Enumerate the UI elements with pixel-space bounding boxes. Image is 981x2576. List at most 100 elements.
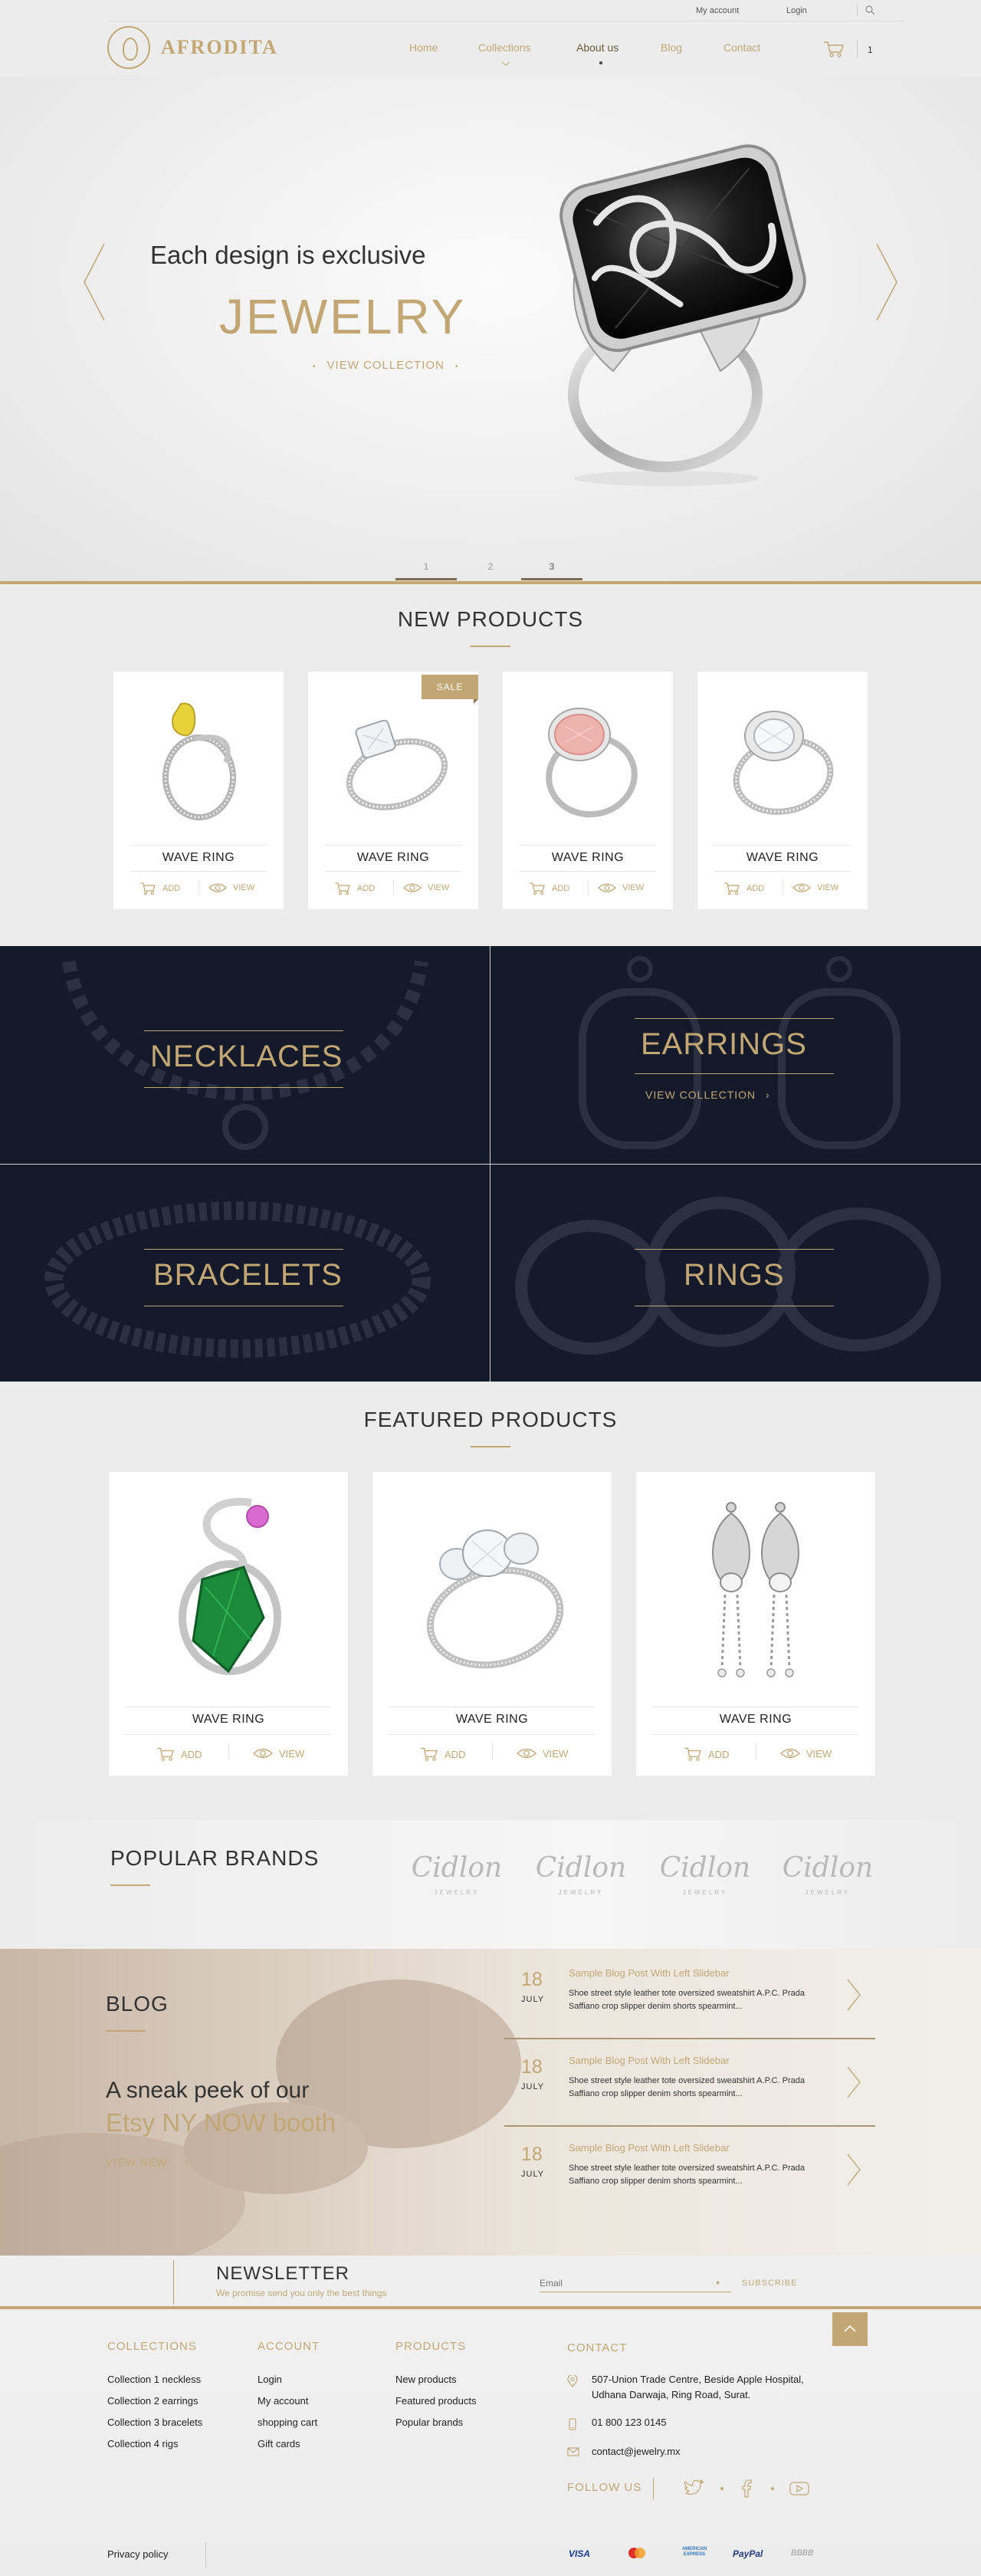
blog-post[interactable]: 18 JULY Sample Blog Post With Left Slide…: [504, 1952, 875, 2039]
product-card[interactable]: WAVE RING ADD VIEW: [503, 672, 673, 909]
product-name[interactable]: WAVE RING: [503, 851, 673, 865]
product-name[interactable]: WAVE RING: [697, 851, 868, 865]
footer-link[interactable]: Login: [258, 2374, 282, 2385]
brand-logo[interactable]: Cidlon JEWELRY: [782, 1846, 874, 1907]
slide-1-indicator: [395, 578, 457, 580]
eye-icon: [780, 1748, 800, 1759]
footer-link[interactable]: My account: [258, 2395, 308, 2407]
cart-icon[interactable]: [823, 40, 845, 58]
add-label: ADD: [357, 884, 376, 893]
footer-link[interactable]: Popular brands: [395, 2417, 463, 2428]
slider-pagination: 1 2 3: [0, 561, 981, 580]
search-icon[interactable]: [865, 5, 875, 15]
product-name[interactable]: WAVE RING: [372, 1713, 612, 1727]
add-label: ADD: [552, 884, 570, 893]
slide-1-button[interactable]: 1: [395, 561, 457, 572]
brand-logo[interactable]: Cidlon JEWELRY: [411, 1846, 503, 1907]
my-account-link[interactable]: My account: [696, 6, 739, 15]
chevron-right-icon[interactable]: [846, 1978, 861, 2012]
footer-link[interactable]: Collection 4 rigs: [107, 2438, 179, 2450]
footer-link[interactable]: shopping cart: [258, 2417, 317, 2428]
product-card[interactable]: WAVE RING ADD VIEW: [372, 1472, 612, 1776]
view-product-button[interactable]: VIEW: [780, 1746, 832, 1760]
post-title[interactable]: Sample Blog Post With Left Slidebar: [569, 2055, 730, 2066]
add-to-cart-button[interactable]: ADD: [334, 882, 375, 895]
slider-prev-icon[interactable]: [83, 244, 106, 320]
category-necklaces[interactable]: NECKLACES: [0, 946, 490, 1163]
view-product-button[interactable]: VIEW: [208, 882, 254, 894]
chevron-right-icon[interactable]: [846, 2065, 861, 2099]
view-collection-link[interactable]: VIEW COLLECTION: [302, 359, 469, 372]
slider-next-icon[interactable]: [875, 244, 898, 320]
popular-brands-section: POPULAR BRANDS Cidlon JEWELRY Cidlon JEW…: [0, 1820, 981, 1949]
product-image: [346, 719, 448, 810]
category-rings[interactable]: RINGS: [490, 1165, 980, 1382]
product-card[interactable]: WAVE RING ADD VIEW: [697, 672, 868, 909]
product-name[interactable]: WAVE RING: [109, 1713, 348, 1727]
brand-logo[interactable]: Cidlon JEWELRY: [535, 1846, 627, 1907]
footer-link[interactable]: Collection 3 bracelets: [107, 2417, 202, 2428]
product-card[interactable]: WAVE RING ADD VIEW: [113, 672, 284, 909]
slide-3-button[interactable]: 3: [521, 561, 582, 572]
blog-headline: A sneak peek of our: [106, 2078, 310, 2103]
post-title[interactable]: Sample Blog Post With Left Slidebar: [569, 2142, 730, 2154]
brand-logo[interactable]: Cidlon JEWELRY: [659, 1846, 751, 1907]
login-link[interactable]: Login: [786, 6, 807, 15]
blog-post[interactable]: 18 JULY Sample Blog Post With Left Slide…: [504, 2039, 875, 2127]
contact-email[interactable]: contact@jewelry.mx: [592, 2444, 681, 2459]
view-collection-link[interactable]: VIEW COLLECTION ›: [645, 1089, 770, 1101]
view-new-link[interactable]: VIEW NEW ›: [106, 2156, 189, 2168]
post-title[interactable]: Sample Blog Post With Left Slidebar: [569, 1967, 730, 1979]
footer-link[interactable]: Gift cards: [258, 2438, 300, 2450]
divider: [635, 1073, 834, 1074]
view-product-button[interactable]: VIEW: [403, 882, 449, 894]
view-product-button[interactable]: VIEW: [253, 1746, 304, 1760]
back-to-top-button[interactable]: [832, 2312, 868, 2346]
add-to-cart-button[interactable]: ADD: [529, 882, 569, 895]
add-to-cart-button[interactable]: ADD: [139, 882, 180, 895]
nav-home[interactable]: Home: [409, 41, 438, 54]
product-name[interactable]: WAVE RING: [636, 1713, 875, 1727]
slide-2-button[interactable]: 2: [460, 561, 521, 572]
view-product-button[interactable]: VIEW: [792, 882, 838, 894]
add-to-cart-button[interactable]: ADD: [156, 1746, 202, 1762]
footer-link[interactable]: Collection 1 neckless: [107, 2374, 201, 2385]
divider: [393, 880, 394, 895]
footer-link[interactable]: Collection 2 earrings: [107, 2395, 198, 2407]
email-field[interactable]: [540, 2274, 731, 2292]
divider: [173, 2260, 174, 2305]
contact-phone[interactable]: 01 800 123 0145: [592, 2415, 667, 2430]
payment-icon: BBBB: [791, 2548, 814, 2558]
add-to-cart-button[interactable]: ADD: [684, 1746, 729, 1762]
subscribe-button[interactable]: SUBSCRIBE: [742, 2279, 798, 2288]
view-product-button[interactable]: VIEW: [598, 882, 644, 894]
product-card[interactable]: WAVE RING ADD VIEW: [636, 1472, 875, 1776]
product-name[interactable]: WAVE RING: [308, 851, 478, 865]
nav-collections[interactable]: Collections: [478, 41, 530, 54]
category-earrings[interactable]: EARRINGS VIEW COLLECTION ›: [490, 946, 980, 1163]
footer-link[interactable]: Featured products: [395, 2395, 477, 2407]
nav-contact[interactable]: Contact: [723, 41, 760, 54]
youtube-icon[interactable]: [789, 2479, 809, 2498]
add-to-cart-button[interactable]: ADD: [723, 882, 764, 895]
add-to-cart-button[interactable]: ADD: [420, 1746, 465, 1762]
chevron-right-icon[interactable]: [846, 2153, 861, 2187]
bullet-icon: [720, 2487, 723, 2490]
category-bracelets[interactable]: BRACELETS: [0, 1165, 490, 1382]
blog-post[interactable]: 18 JULY Sample Blog Post With Left Slide…: [504, 2127, 875, 2214]
product-image: [733, 711, 834, 815]
privacy-policy-link[interactable]: Privacy policy: [107, 2548, 168, 2560]
footer-link[interactable]: New products: [395, 2374, 456, 2385]
facebook-icon[interactable]: [740, 2479, 753, 2498]
product-name[interactable]: WAVE RING: [113, 851, 284, 865]
nav-blog[interactable]: Blog: [661, 41, 682, 54]
nav-about-us[interactable]: About us: [576, 41, 618, 54]
product-card[interactable]: WAVE RING ADD VIEW: [109, 1472, 348, 1776]
product-card[interactable]: SALE WAVE RING ADD VIEW: [308, 672, 478, 909]
view-product-button[interactable]: VIEW: [517, 1746, 568, 1760]
twitter-icon[interactable]: [684, 2479, 705, 2498]
brand-logo-subtext: JEWELRY: [434, 1889, 480, 1896]
cart-count[interactable]: 1: [868, 44, 873, 55]
eye-icon: [403, 883, 422, 892]
divider: [520, 871, 656, 872]
